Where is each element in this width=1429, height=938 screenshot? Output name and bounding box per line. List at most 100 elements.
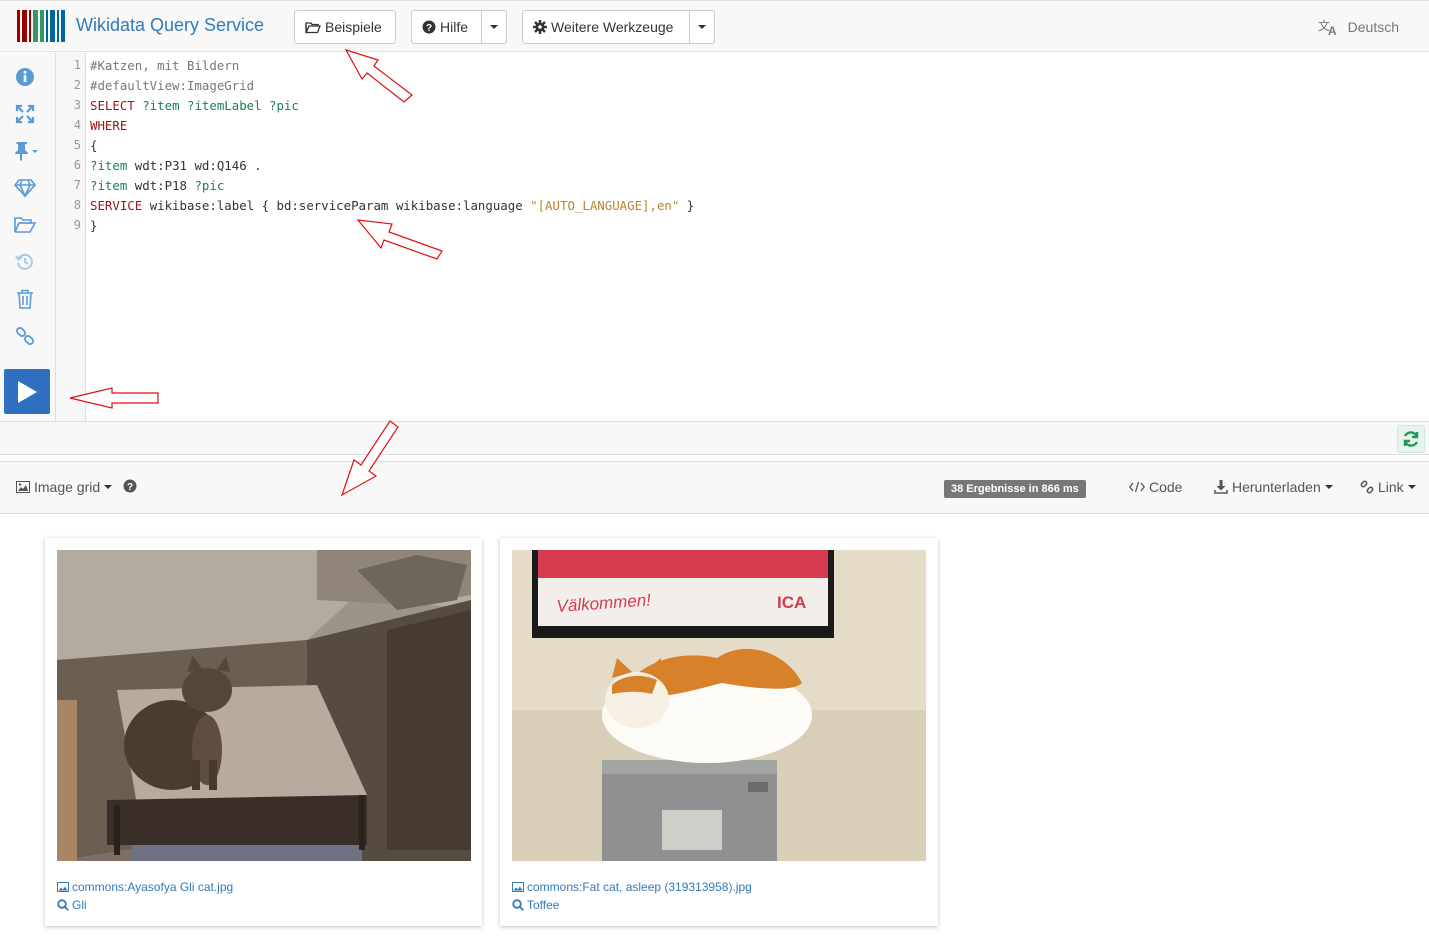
folder-open-icon[interactable] <box>13 213 37 237</box>
code-line-9: } <box>90 216 97 236</box>
line-number: 1 <box>73 58 81 72</box>
line-number-gutter: 1 2 3 4 5 6 7 8 9 <box>56 53 86 421</box>
svg-text:A: A <box>1328 24 1337 36</box>
code-line-2: #defaultView:ImageGrid <box>90 76 254 96</box>
editor-sidebar <box>0 53 56 421</box>
result-count-badge: 38 Ergebnisse in 866 ms <box>944 480 1086 498</box>
trash-icon[interactable] <box>13 287 37 311</box>
link-label: Link <box>1378 479 1404 495</box>
play-icon <box>18 380 37 403</box>
variable-text: ?item <box>90 178 128 193</box>
view-label: Image grid <box>34 479 101 495</box>
history-icon[interactable] <box>13 250 37 274</box>
variable-text: ?pic <box>194 178 225 193</box>
result-item-link[interactable]: Toffee <box>512 898 559 912</box>
result-file-link[interactable]: commons:Ayasofya Gli cat.jpg <box>57 880 233 894</box>
image-icon <box>57 882 69 892</box>
code-button[interactable]: Code <box>1129 479 1182 495</box>
search-icon <box>57 899 69 911</box>
folder-open-icon <box>305 21 321 33</box>
caret-down-icon <box>698 25 706 29</box>
result-file-label: commons:Fat cat, asleep (319313958).jpg <box>527 880 752 894</box>
query-editor[interactable]: #Katzen, mit Bildern #defaultView:ImageG… <box>90 53 1420 421</box>
result-item-link[interactable]: Gli <box>57 898 87 912</box>
help-label: Hilfe <box>440 19 469 35</box>
pin-icon[interactable] <box>11 139 41 163</box>
top-navbar: Wikidata Query Service Beispiele ? Hilfe… <box>0 0 1429 52</box>
result-item-label: Toffee <box>527 898 560 912</box>
code-line-6: ?item wdt:P31 wd:Q146 . <box>90 156 262 176</box>
result-image-cat-gli[interactable] <box>57 550 471 861</box>
view-help-button[interactable]: ? <box>123 479 137 493</box>
link-button[interactable]: Link <box>1360 479 1416 495</box>
question-circle-icon: ? <box>422 20 436 34</box>
caret-down-icon <box>104 485 113 489</box>
line-number: 7 <box>73 178 81 192</box>
gem-icon[interactable] <box>13 176 37 200</box>
code-line-7: ?item wdt:P18 ?pic <box>90 176 224 196</box>
language-selector[interactable]: 文A Deutsch <box>1318 18 1399 36</box>
link-icon <box>1360 480 1374 494</box>
caret-down-icon <box>1324 485 1333 489</box>
tools-button[interactable]: Weitere Werkzeuge <box>522 10 690 44</box>
download-label: Herunterladen <box>1232 479 1321 495</box>
image-icon <box>512 882 524 892</box>
help-dropdown-toggle[interactable] <box>481 10 507 44</box>
service-text: wikibase:label { bd:serviceParam wikibas… <box>142 198 531 213</box>
line-number: 2 <box>73 78 81 92</box>
refresh-button[interactable] <box>1397 425 1425 453</box>
brace-text: } <box>679 198 695 213</box>
string-text: "[AUTO_LANGUAGE],en" <box>530 198 680 213</box>
variable-text: ?item <box>90 158 128 173</box>
examples-button[interactable]: Beispiele <box>294 10 396 44</box>
line-number: 6 <box>73 158 81 172</box>
language-label: Deutsch <box>1347 19 1399 35</box>
editor-status-bar <box>0 421 1429 455</box>
run-query-button[interactable] <box>4 369 50 414</box>
download-button[interactable]: Herunterladen <box>1214 479 1333 495</box>
variable-text: ?item ?itemLabel ?pic <box>134 98 299 113</box>
line-number: 3 <box>73 98 81 112</box>
info-icon[interactable] <box>13 65 37 89</box>
line-number: 4 <box>73 118 81 132</box>
brace-text: } <box>90 218 98 233</box>
result-file-label: commons:Ayasofya Gli cat.jpg <box>72 880 234 894</box>
image-icon <box>16 481 30 493</box>
code-line-8: SERVICE wikibase:label { bd:serviceParam… <box>90 196 694 216</box>
line-number: 5 <box>73 138 81 152</box>
svg-text:?: ? <box>426 23 432 34</box>
fullscreen-icon[interactable] <box>13 102 37 126</box>
search-icon <box>512 899 524 911</box>
triple-text: wdt:P31 wd:Q146 . <box>127 158 262 173</box>
wikidata-logo-icon[interactable] <box>17 10 67 42</box>
help-button[interactable]: ? Hilfe <box>411 10 483 44</box>
comment-text: #defaultView:ImageGrid <box>90 78 255 93</box>
result-card: commons:Ayasofya Gli cat.jpg Gli <box>45 538 482 926</box>
tools-dropdown-toggle[interactable] <box>689 10 715 44</box>
result-item-label: Gli <box>72 898 87 912</box>
code-label: Code <box>1149 479 1183 495</box>
app-title[interactable]: Wikidata Query Service <box>76 15 264 36</box>
keyword-text: WHERE <box>90 118 128 133</box>
code-icon <box>1129 481 1145 493</box>
result-card: Välkommen! ICA commons:Fat cat, asleep (… <box>500 538 938 926</box>
keyword-text: SERVICE <box>90 198 143 213</box>
code-line-5: { <box>90 136 97 156</box>
code-line-4: WHERE <box>90 116 127 136</box>
caret-down-icon <box>1407 485 1416 489</box>
svg-text:?: ? <box>127 482 133 493</box>
question-circle-icon: ? <box>123 479 137 493</box>
result-file-link[interactable]: commons:Fat cat, asleep (319313958).jpg <box>512 880 752 894</box>
tools-label: Weitere Werkzeuge <box>551 19 674 35</box>
line-number: 8 <box>73 198 81 212</box>
triple-text: wdt:P18 <box>127 178 195 193</box>
link-icon[interactable] <box>13 324 37 348</box>
view-selector[interactable]: Image grid <box>16 479 113 495</box>
caret-down-icon <box>490 25 498 29</box>
keyword-text: SELECT <box>90 98 135 113</box>
gear-icon <box>533 20 547 34</box>
brace-text: { <box>90 138 98 153</box>
examples-label: Beispiele <box>325 19 382 35</box>
comment-text: #Katzen, mit Bildern <box>90 58 240 73</box>
result-image-cat-toffee[interactable]: Välkommen! ICA <box>512 550 926 861</box>
